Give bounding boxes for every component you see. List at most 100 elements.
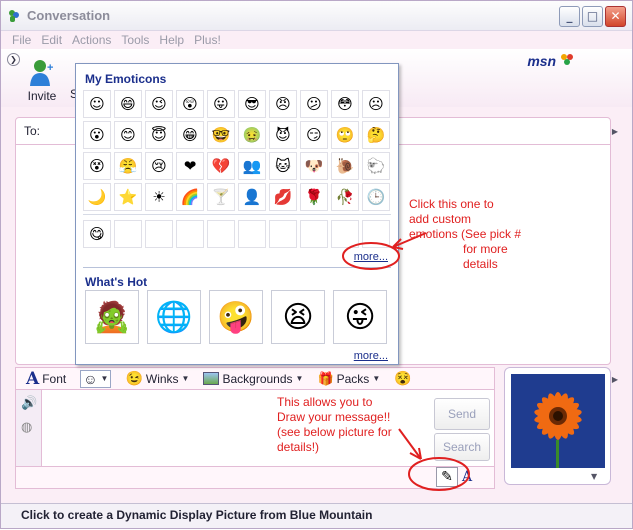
font-button[interactable]: A Font [26, 369, 66, 389]
menu-edit[interactable]: Edit [38, 33, 65, 47]
menu-plus[interactable]: Plus! [191, 33, 224, 47]
emoticon-cell[interactable]: 🤢 [238, 121, 266, 149]
packs-button[interactable]: 🎁 Packs ▼ [317, 371, 380, 387]
emoticon-cell[interactable]: 😮 [83, 121, 111, 149]
emoticon-cell[interactable]: 🙄 [331, 121, 359, 149]
handwriting-tab[interactable]: ✎ [436, 467, 458, 487]
empty-emoticon-slot[interactable] [362, 220, 390, 248]
speaker-icon[interactable]: ◍ [21, 420, 32, 435]
display-picture[interactable] [511, 374, 605, 468]
emoticon-cell[interactable]: 🐱 [269, 152, 297, 180]
backgrounds-label: Backgrounds [222, 371, 293, 386]
hot-emoticon[interactable]: 😜 [333, 290, 387, 344]
hot-emoticon[interactable]: 🤪 [209, 290, 263, 344]
chevron-down-icon[interactable]: ▼ [591, 472, 597, 481]
emoticon-cell[interactable]: 🌹 [300, 183, 328, 211]
background-image-icon [203, 372, 220, 385]
draw-annotation: This allows you to Draw your message!! (… [277, 395, 392, 455]
invite-button[interactable]: + Invite [27, 59, 57, 103]
chevron-down-icon: ▼ [100, 374, 109, 383]
hot-emoticon[interactable]: 🧟 [85, 290, 139, 344]
emoticon-cell[interactable]: 😊 [114, 121, 142, 149]
emoticon-cell[interactable]: 👥 [238, 152, 266, 180]
custom-emoticon-cell[interactable]: 😋 [83, 220, 111, 248]
emoticon-cell[interactable]: 🐌 [331, 152, 359, 180]
expand-right-arrow-icon[interactable]: ▶ [610, 121, 620, 143]
display-picture-frame[interactable]: ▼ [504, 367, 611, 485]
title-bar[interactable]: Conversation _ □ ✕ [1, 1, 632, 31]
menu-help[interactable]: Help [156, 33, 187, 47]
more-hot-link[interactable]: more... [354, 350, 388, 362]
menu-file[interactable]: File [9, 33, 34, 47]
emoticon-cell[interactable]: 🤔 [362, 121, 390, 149]
close-button[interactable]: ✕ [605, 6, 626, 27]
emoticon-cell[interactable]: ⭐ [114, 183, 142, 211]
menu-bar: File Edit Actions Tools Help Plus! [1, 31, 632, 48]
emoticon-cell[interactable]: 🍸 [207, 183, 235, 211]
emoticon-cell[interactable]: ☹ [362, 90, 390, 118]
empty-emoticon-slot[interactable] [176, 220, 204, 248]
voice-clip-icon[interactable]: 🔊 [21, 396, 37, 411]
backgrounds-button[interactable]: Backgrounds ▼ [203, 372, 303, 386]
emoticon-cell[interactable]: 😄 [114, 90, 142, 118]
emoticon-cell[interactable]: 😳 [331, 90, 359, 118]
empty-emoticon-slot[interactable] [269, 220, 297, 248]
emoticon-cell[interactable]: 🕒 [362, 183, 390, 211]
emoticon-cell[interactable]: 😵 [83, 152, 111, 180]
emoticon-cell[interactable]: 😎 [238, 90, 266, 118]
minimize-button[interactable]: _ [559, 6, 580, 27]
emoticon-cell[interactable]: 😲 [176, 90, 204, 118]
emoticon-cell[interactable]: 🐶 [300, 152, 328, 180]
emoticon-cell[interactable]: ☺ [83, 90, 111, 118]
annotation-line: add custom [409, 212, 472, 226]
emoticon-cell[interactable]: 😉 [145, 90, 173, 118]
emoticon-cell[interactable]: 😁 [176, 121, 204, 149]
emoticon-cell[interactable]: 😛 [207, 90, 235, 118]
emoticon-cell[interactable]: 🌈 [176, 183, 204, 211]
emoticon-cell[interactable]: ❤ [176, 152, 204, 180]
empty-emoticon-slot[interactable] [238, 220, 266, 248]
invite-label: Invite [27, 89, 57, 103]
emoticon-cell[interactable]: 😠 [269, 90, 297, 118]
emoticon-cell[interactable]: 😢 [145, 152, 173, 180]
emoticon-cell[interactable]: 🐑 [362, 152, 390, 180]
emoticon-cell[interactable]: 😏 [300, 121, 328, 149]
emoticon-cell[interactable]: ☀ [145, 183, 173, 211]
empty-emoticon-slot[interactable] [114, 220, 142, 248]
expand-right-arrow-icon-2[interactable]: ▶ [610, 369, 620, 391]
emoticon-cell[interactable]: 😤 [114, 152, 142, 180]
emoticon-cell[interactable]: 😇 [145, 121, 173, 149]
collapse-chevron-icon[interactable]: ❯ [7, 53, 20, 66]
emoticons-button[interactable]: ☺ ▼ [80, 369, 112, 388]
search-button[interactable]: Search [434, 433, 490, 461]
emoticon-cell[interactable]: 😕 [300, 90, 328, 118]
empty-emoticon-slot[interactable] [207, 220, 235, 248]
annotation-line: details [463, 257, 498, 271]
type-tab[interactable]: A [462, 469, 472, 485]
more-emoticons-link[interactable]: more... [354, 251, 388, 263]
send-button[interactable]: Send [434, 398, 490, 430]
emoticon-cell[interactable]: 💋 [269, 183, 297, 211]
emoticon-cell[interactable]: 🌙 [83, 183, 111, 211]
emoticon-cell[interactable]: 💔 [207, 152, 235, 180]
hot-emoticon[interactable]: 🌐 [147, 290, 201, 344]
emoticon-grid: ☺ 😄 😉 😲 😛 😎 😠 😕 😳 ☹ 😮 😊 😇 😁 🤓 🤢 😈 😏 🙄 🤔 😵 😤 😢 ❤ 💔 👥 🐱 🐶 🐌 🐑 🌙 ⭐ ☀ 🌈 🍸 👤 💋 🌹 🥀 🕒 [83, 90, 393, 214]
message-compose-area[interactable]: 🔊 ◍ Send Search [15, 389, 495, 467]
menu-actions[interactable]: Actions [69, 33, 114, 47]
nudge-button[interactable]: 😵 [394, 370, 411, 387]
maximize-button[interactable]: □ [582, 6, 603, 27]
empty-emoticon-slot[interactable] [331, 220, 359, 248]
empty-emoticon-slot[interactable] [145, 220, 173, 248]
emoticon-cell[interactable]: 😈 [269, 121, 297, 149]
empty-emoticon-slot[interactable] [300, 220, 328, 248]
section-divider [83, 267, 391, 268]
nudge-icon: 😵 [394, 370, 412, 386]
window-title: Conversation [27, 8, 111, 23]
status-bar[interactable]: Click to create a Dynamic Display Pictur… [1, 503, 632, 528]
emoticon-cell[interactable]: 🥀 [331, 183, 359, 211]
emoticon-cell[interactable]: 🤓 [207, 121, 235, 149]
menu-tools[interactable]: Tools [118, 33, 152, 47]
winks-button[interactable]: 😉 Winks ▼ [125, 370, 189, 387]
emoticon-cell[interactable]: 👤 [238, 183, 266, 211]
hot-emoticon[interactable]: 😫 [271, 290, 325, 344]
